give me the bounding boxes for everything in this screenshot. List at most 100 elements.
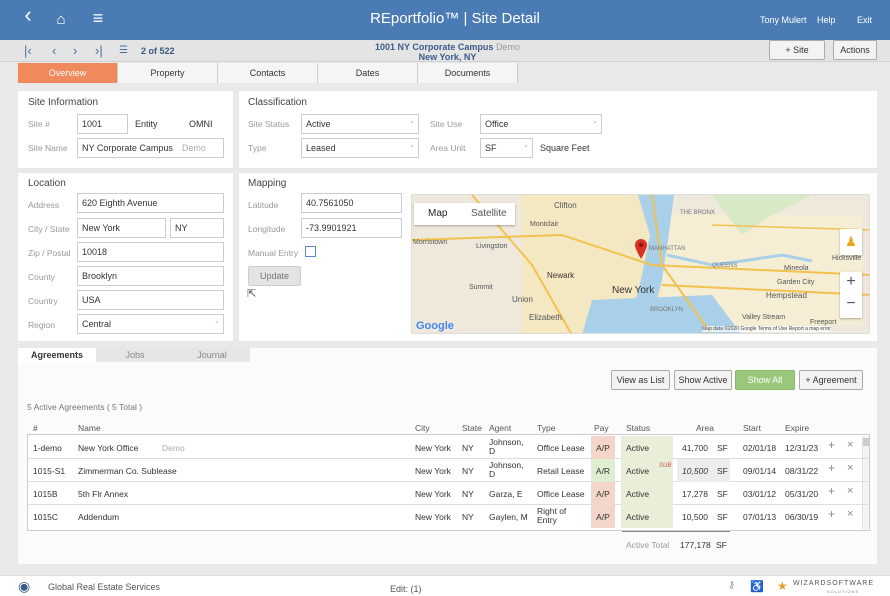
manual-entry-checkbox[interactable]	[305, 246, 316, 257]
col-header-status[interactable]: Status	[626, 423, 650, 433]
row-delete-icon[interactable]: ×	[847, 486, 853, 497]
add-site-button[interactable]: + Site	[769, 40, 825, 60]
row-add-icon[interactable]: +	[828, 508, 835, 520]
map-marker-icon[interactable]	[634, 238, 648, 260]
cell-agent: Gaylen, M	[489, 512, 528, 522]
site-status-label: Site Status	[248, 119, 290, 129]
type-label: Type	[248, 143, 267, 153]
help-link[interactable]: Help	[817, 15, 836, 25]
table-row[interactable]: 1015C Addendum New York NY Gaylen, M Rig…	[27, 505, 868, 528]
site-header-name: 1001 NY Corporate Campus	[375, 42, 494, 52]
back-icon[interactable]: ‹	[20, 4, 36, 26]
row-delete-icon[interactable]: ×	[847, 440, 853, 451]
table-row[interactable]: 1-demo New York Office Demo New York NY …	[27, 436, 868, 459]
map-label-montclair: Montclair	[530, 221, 559, 228]
col-header-pay[interactable]: Pay	[594, 423, 609, 433]
site-name-value: NY Corporate Campus	[82, 143, 173, 153]
col-header-num[interactable]: #	[33, 423, 38, 433]
zip-label: Zip / Postal	[28, 248, 71, 258]
map-label-new-york: New York	[612, 285, 655, 296]
last-record-icon[interactable]: ›|	[95, 43, 103, 58]
longitude-field[interactable]: -73.9901921	[301, 218, 402, 238]
cell-num: 1015C	[33, 512, 59, 522]
list-icon[interactable]: ☰	[119, 45, 128, 56]
country-field[interactable]: USA	[77, 290, 224, 310]
cell-start: 02/01/18	[743, 443, 777, 453]
top-bar: ‹ ⌂ ≡ REportfolio™ | Site Detail Tony Mu…	[0, 0, 890, 40]
accessibility-icon[interactable]: ♿	[750, 580, 764, 593]
home-icon[interactable]: ⌂	[53, 11, 69, 29]
next-record-icon[interactable]: ›	[73, 43, 77, 58]
active-total-label: Active Total	[626, 540, 670, 550]
zip-field[interactable]: 10018	[77, 242, 224, 262]
prev-record-icon[interactable]: ‹	[52, 43, 56, 58]
col-header-agent[interactable]: Agent	[489, 423, 511, 433]
menu-icon[interactable]: ≡	[90, 9, 106, 27]
table-row[interactable]: 1015-S1 Zimmerman Co. Sublease New York …	[27, 459, 868, 482]
tab-overview[interactable]: Overview	[18, 63, 118, 83]
col-header-expire[interactable]: Expire	[785, 423, 809, 433]
tab-property[interactable]: Property	[118, 63, 218, 83]
col-header-city[interactable]: City	[415, 423, 430, 433]
map-type-map-button[interactable]: Map	[428, 208, 447, 219]
map-attribution[interactable]: Map data ©2020 Google Terms of Use Repor…	[702, 326, 831, 332]
first-record-icon[interactable]: |‹	[24, 43, 32, 58]
site-use-select[interactable]: Office ⌄	[480, 114, 602, 134]
type-select[interactable]: Leased ⌄	[301, 138, 419, 158]
region-select[interactable]: Central ⌄	[77, 314, 224, 334]
add-agreement-button[interactable]: + Agreement	[799, 370, 863, 390]
col-header-name[interactable]: Name	[78, 423, 101, 433]
subtab-jobs[interactable]: Jobs	[96, 348, 174, 362]
latitude-field[interactable]: 40.7561050	[301, 193, 402, 213]
map-view[interactable]: Map Satellite Clifton Montclair Livingst…	[411, 194, 870, 334]
edit-count[interactable]: Edit: (1)	[390, 584, 422, 594]
exit-link[interactable]: Exit	[857, 15, 872, 25]
cell-type: Retail Lease	[537, 466, 585, 476]
map-label-bronx: THE BRONX	[680, 210, 716, 216]
show-active-button[interactable]: Show Active	[674, 370, 732, 390]
col-header-state[interactable]: State	[462, 423, 482, 433]
mapping-title: Mapping	[248, 178, 287, 189]
show-all-button[interactable]: Show All	[735, 370, 795, 390]
site-status-select[interactable]: Active ⌄	[301, 114, 419, 134]
subtab-journal[interactable]: Journal	[174, 348, 250, 362]
cell-expire: 06/30/19	[785, 512, 819, 522]
state-field[interactable]: NY	[170, 218, 224, 238]
zoom-out-icon[interactable]: −	[840, 295, 862, 313]
user-name[interactable]: Tony Mulert	[760, 15, 807, 25]
map-type-satellite-button[interactable]: Satellite	[471, 208, 507, 219]
row-add-icon[interactable]: +	[828, 485, 835, 497]
col-header-type[interactable]: Type	[537, 423, 555, 433]
cell-area: 10,500	[682, 512, 708, 522]
site-num-field[interactable]: 1001	[77, 114, 128, 134]
tab-dates[interactable]: Dates	[318, 63, 418, 83]
address-field[interactable]: 620 Eighth Avenue	[77, 193, 224, 213]
tab-contacts[interactable]: Contacts	[218, 63, 318, 83]
row-add-icon[interactable]: +	[828, 439, 835, 451]
zoom-control: + −	[840, 272, 862, 318]
row-delete-icon[interactable]: ×	[847, 463, 853, 474]
col-header-start[interactable]: Start	[743, 423, 761, 433]
actions-button[interactable]: Actions	[833, 40, 877, 60]
view-as-list-button[interactable]: View as List	[611, 370, 670, 390]
area-unit-select[interactable]: SF ⌄	[480, 138, 533, 158]
table-row[interactable]: 1015B 5th Flr Annex New York NY Garza, E…	[27, 482, 868, 505]
area-unit-value: SF	[485, 143, 497, 153]
county-field[interactable]: Brooklyn	[77, 266, 224, 286]
cell-unit: SF	[717, 443, 728, 453]
row-delete-icon[interactable]: ×	[847, 509, 853, 520]
street-view-icon[interactable]: ♟	[840, 229, 862, 255]
county-label: County	[28, 272, 55, 282]
zoom-in-icon[interactable]: +	[840, 273, 862, 291]
site-name-field[interactable]: NY Corporate Campus Demo	[77, 138, 224, 158]
latitude-label: Latitude	[248, 200, 279, 210]
row-add-icon[interactable]: +	[828, 462, 835, 474]
site-status-value: Active	[306, 119, 331, 129]
key-icon[interactable]: ⚷	[728, 580, 735, 591]
city-field[interactable]: New York	[77, 218, 166, 238]
update-button[interactable]: Update	[248, 266, 301, 286]
subtab-agreements[interactable]: Agreements	[18, 348, 96, 362]
tab-documents[interactable]: Documents	[418, 63, 518, 83]
site-num-label: Site #	[28, 119, 50, 129]
col-header-area[interactable]: Area	[696, 423, 714, 433]
